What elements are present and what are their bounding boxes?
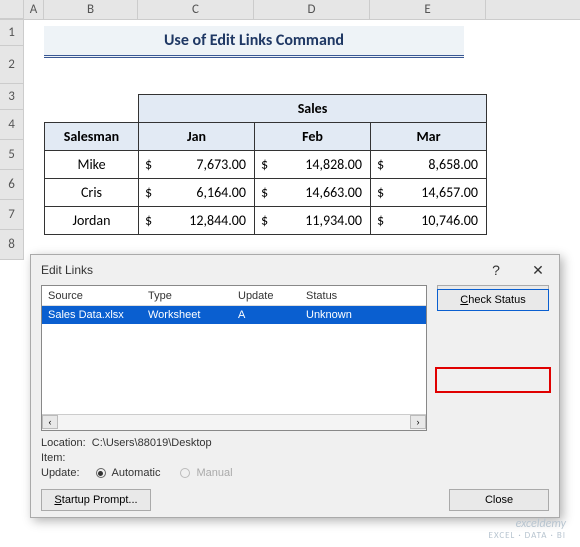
currency-symbol: $ bbox=[377, 184, 391, 201]
row-header[interactable]: 7 bbox=[0, 200, 24, 230]
sales-header: Sales bbox=[139, 95, 487, 123]
row-header[interactable]: 5 bbox=[0, 140, 24, 170]
sales-table: Sales Salesman Jan Feb Mar Mike $7,673.0… bbox=[44, 94, 487, 235]
table-row: Mike $7,673.00 $14,828.00 $8,658.00 bbox=[45, 151, 487, 179]
salesman-header: Salesman bbox=[45, 123, 139, 151]
salesman-cell[interactable]: Mike bbox=[45, 151, 139, 179]
money-cell[interactable]: 11,934.00 bbox=[275, 212, 362, 229]
dialog-title: Edit Links bbox=[41, 263, 93, 277]
currency-symbol: $ bbox=[261, 156, 275, 173]
col-header-c[interactable]: C bbox=[138, 0, 254, 19]
currency-symbol: $ bbox=[261, 184, 275, 201]
manual-radio bbox=[180, 468, 190, 478]
money-cell[interactable]: 14,663.00 bbox=[275, 184, 362, 201]
row-header[interactable]: 6 bbox=[0, 170, 24, 200]
col-header-a[interactable]: A bbox=[24, 0, 44, 19]
update-label: Update: bbox=[41, 467, 80, 479]
list-status: Unknown bbox=[306, 309, 426, 321]
row-header[interactable]: 2 bbox=[0, 46, 24, 84]
currency-symbol: $ bbox=[261, 212, 275, 229]
money-cell[interactable]: 12,844.00 bbox=[159, 212, 246, 229]
help-button[interactable]: ? bbox=[475, 255, 517, 285]
money-cell[interactable]: 6,164.00 bbox=[159, 184, 246, 201]
month-header: Jan bbox=[139, 123, 255, 151]
col-header-b[interactable]: B bbox=[44, 0, 138, 19]
location-value: C:\Users\88019\Desktop bbox=[92, 437, 212, 449]
horizontal-scrollbar[interactable]: ‹ › bbox=[42, 414, 426, 430]
item-label: Item: bbox=[41, 452, 65, 464]
startup-prompt-button[interactable]: Startup Prompt... bbox=[41, 489, 151, 511]
close-icon[interactable]: ✕ bbox=[517, 255, 559, 285]
list-item[interactable]: Sales Data.xlsx Worksheet A Unknown bbox=[42, 306, 426, 324]
update-row: Update: Automatic Manual bbox=[41, 467, 233, 479]
dialog-titlebar[interactable]: Edit Links ? ✕ bbox=[31, 255, 559, 285]
salesman-cell[interactable]: Jordan bbox=[45, 207, 139, 235]
month-header: Mar bbox=[371, 123, 487, 151]
page-title: Use of Edit Links Command bbox=[44, 26, 464, 58]
links-listbox[interactable]: Source Type Update Status Sales Data.xls… bbox=[41, 285, 427, 431]
automatic-label: Automatic bbox=[112, 467, 161, 479]
column-headers: A B C D E bbox=[0, 0, 580, 20]
table-row: Jordan $12,844.00 $11,934.00 $10,746.00 bbox=[45, 207, 487, 235]
row-header[interactable]: 3 bbox=[0, 84, 24, 110]
row-header[interactable]: 4 bbox=[0, 110, 24, 140]
manual-label: Manual bbox=[196, 467, 232, 479]
location-label: Location: C:\Users\88019\Desktop bbox=[41, 437, 212, 449]
currency-symbol: $ bbox=[377, 156, 391, 173]
row-header[interactable]: 8 bbox=[0, 230, 24, 260]
automatic-radio[interactable] bbox=[96, 468, 106, 478]
row-header[interactable]: 1 bbox=[0, 20, 24, 46]
month-header: Feb bbox=[255, 123, 371, 151]
list-update: A bbox=[238, 309, 306, 321]
money-cell[interactable]: 8,658.00 bbox=[391, 156, 478, 173]
currency-symbol: $ bbox=[145, 156, 159, 173]
col-header-d[interactable]: D bbox=[254, 0, 370, 19]
col-header-e[interactable]: E bbox=[370, 0, 486, 19]
list-type: Worksheet bbox=[148, 309, 238, 321]
money-cell[interactable]: 7,673.00 bbox=[159, 156, 246, 173]
currency-symbol: $ bbox=[145, 184, 159, 201]
table-row: Cris $6,164.00 $14,663.00 $14,657.00 bbox=[45, 179, 487, 207]
salesman-cell[interactable]: Cris bbox=[45, 179, 139, 207]
header-type[interactable]: Type bbox=[148, 290, 238, 302]
money-cell[interactable]: 14,657.00 bbox=[391, 184, 478, 201]
header-source[interactable]: Source bbox=[48, 290, 148, 302]
money-cell[interactable]: 10,746.00 bbox=[391, 212, 478, 229]
list-header: Source Type Update Status bbox=[42, 286, 426, 306]
break-link-highlight bbox=[435, 367, 551, 393]
watermark: exceldemy EXCEL · DATA · BI bbox=[489, 518, 566, 541]
currency-symbol: $ bbox=[377, 212, 391, 229]
header-status[interactable]: Status bbox=[306, 290, 426, 302]
currency-symbol: $ bbox=[145, 212, 159, 229]
check-status-button[interactable]: Check Status bbox=[437, 289, 549, 311]
close-button[interactable]: Close bbox=[449, 489, 549, 511]
money-cell[interactable]: 14,828.00 bbox=[275, 156, 362, 173]
edit-links-dialog: Edit Links ? ✕ Source Type Update Status… bbox=[30, 254, 560, 518]
scroll-right-icon[interactable]: › bbox=[410, 415, 426, 429]
header-update[interactable]: Update bbox=[238, 290, 306, 302]
list-source: Sales Data.xlsx bbox=[48, 309, 148, 321]
scroll-left-icon[interactable]: ‹ bbox=[42, 415, 58, 429]
